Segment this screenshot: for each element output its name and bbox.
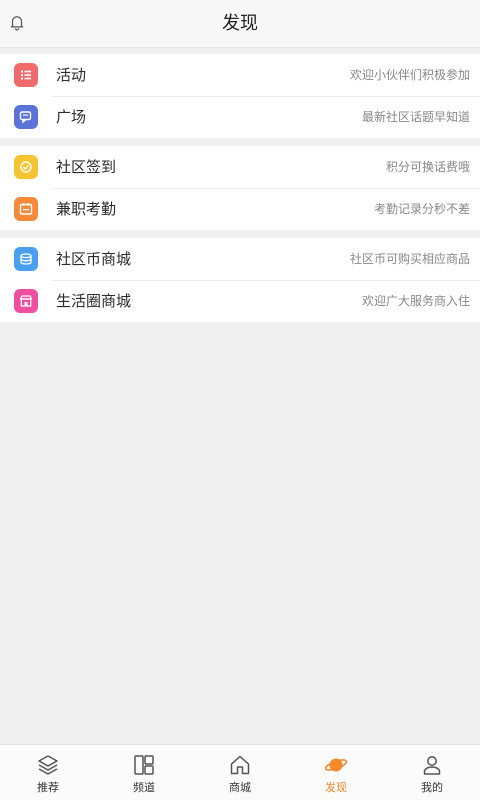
coins-icon — [14, 247, 38, 271]
layers-icon — [38, 754, 58, 775]
tab-channel[interactable]: 频道 — [96, 745, 192, 800]
menu-item-desc: 欢迎广大服务商入住 — [361, 294, 470, 308]
menu-item-label: 兼职考勤 — [56, 200, 117, 218]
menu-section-activities: 活动 欢迎小伙伴们积极参加 广场 最新社区话题早知道 — [0, 54, 480, 138]
home-icon — [230, 755, 250, 774]
tab-label: 推荐 — [37, 780, 59, 794]
grid-icon — [134, 754, 154, 775]
top-bar: 发现 — [0, 0, 480, 48]
menu-section-shops: 社区币商城 社区币可购买相应商品 生活圈商城 欢迎广大服务商入住 — [0, 238, 480, 322]
tab-label: 发现 — [325, 780, 347, 794]
tab-label: 商城 — [229, 780, 251, 794]
tab-discover[interactable]: 发现 — [288, 745, 384, 800]
tab-label: 我的 — [421, 780, 443, 794]
menu-item-square[interactable]: 广场 最新社区话题早知道 — [0, 96, 480, 138]
menu-item-label: 活动 — [56, 66, 87, 84]
chat-icon — [14, 105, 38, 129]
tab-mall[interactable]: 商城 — [192, 745, 288, 800]
tab-mine[interactable]: 我的 — [384, 745, 480, 800]
menu-item-attendance[interactable]: 兼职考勤 考勤记录分秒不差 — [0, 188, 480, 230]
bottom-tab-bar: 推荐 频道 商城 发现 我的 — [0, 744, 480, 800]
menu-item-checkin[interactable]: 社区签到 积分可换话费哦 — [0, 146, 480, 188]
user-icon — [423, 755, 441, 775]
list-icon — [14, 63, 38, 87]
page-title: 发现 — [222, 13, 258, 34]
menu-item-life-mall[interactable]: 生活圈商城 欢迎广大服务商入住 — [0, 280, 480, 322]
menu-item-label: 广场 — [56, 108, 87, 126]
calendar-icon — [14, 197, 38, 221]
menu-item-desc: 考勤记录分秒不差 — [373, 202, 470, 216]
menu-section-checkin: 社区签到 积分可换话费哦 兼职考勤 考勤记录分秒不差 — [0, 146, 480, 230]
menu-item-label: 社区币商城 — [56, 250, 132, 268]
menu-item-desc: 最新社区话题早知道 — [361, 110, 470, 124]
menu-item-label: 生活圈商城 — [56, 292, 132, 310]
tab-label: 频道 — [133, 780, 155, 794]
menu-item-desc: 欢迎小伙伴们积极参加 — [349, 68, 470, 82]
menu-item-desc: 社区币可购买相应商品 — [349, 252, 470, 266]
menu-item-desc: 积分可换话费哦 — [385, 160, 470, 174]
check-circle-icon — [14, 155, 38, 179]
menu-item-coin-mall[interactable]: 社区币商城 社区币可购买相应商品 — [0, 238, 480, 280]
planet-icon — [324, 758, 348, 771]
menu-item-activity[interactable]: 活动 欢迎小伙伴们积极参加 — [0, 54, 480, 96]
store-icon — [14, 289, 38, 313]
tab-recommend[interactable]: 推荐 — [0, 745, 96, 800]
menu-item-label: 社区签到 — [56, 158, 117, 176]
